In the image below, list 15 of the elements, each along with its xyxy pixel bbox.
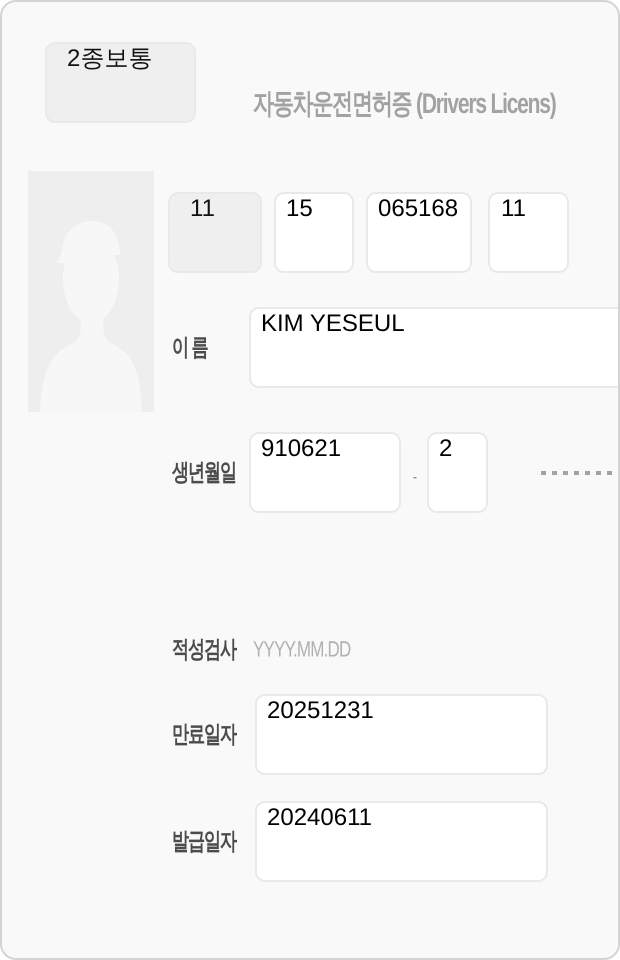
expiry-date-field[interactable]: 20251231 <box>255 694 548 775</box>
birth-date-field[interactable]: 910621 <box>249 432 401 513</box>
gender-digit-field[interactable]: 2 <box>427 432 488 513</box>
license-number-field[interactable]: 15 <box>274 192 354 273</box>
birth-date-label: 생년월일 <box>172 458 236 488</box>
license-number-field[interactable]: 11 <box>488 192 569 273</box>
name-label: 이 름 <box>172 332 208 362</box>
aptitude-test-label: 적성검사 <box>172 635 236 665</box>
issue-date-field[interactable]: 20240611 <box>255 801 548 882</box>
card-title: 자동차운전면허증 (Drivers Licens) <box>253 88 556 122</box>
separator-text: - <box>413 470 417 484</box>
license-number-field[interactable]: 065168 <box>366 192 472 273</box>
expiry-date-label: 만료일자 <box>172 720 236 750</box>
name-field[interactable]: KIM YESEUL <box>249 307 618 388</box>
issue-date-label: 발급일자 <box>172 826 236 856</box>
